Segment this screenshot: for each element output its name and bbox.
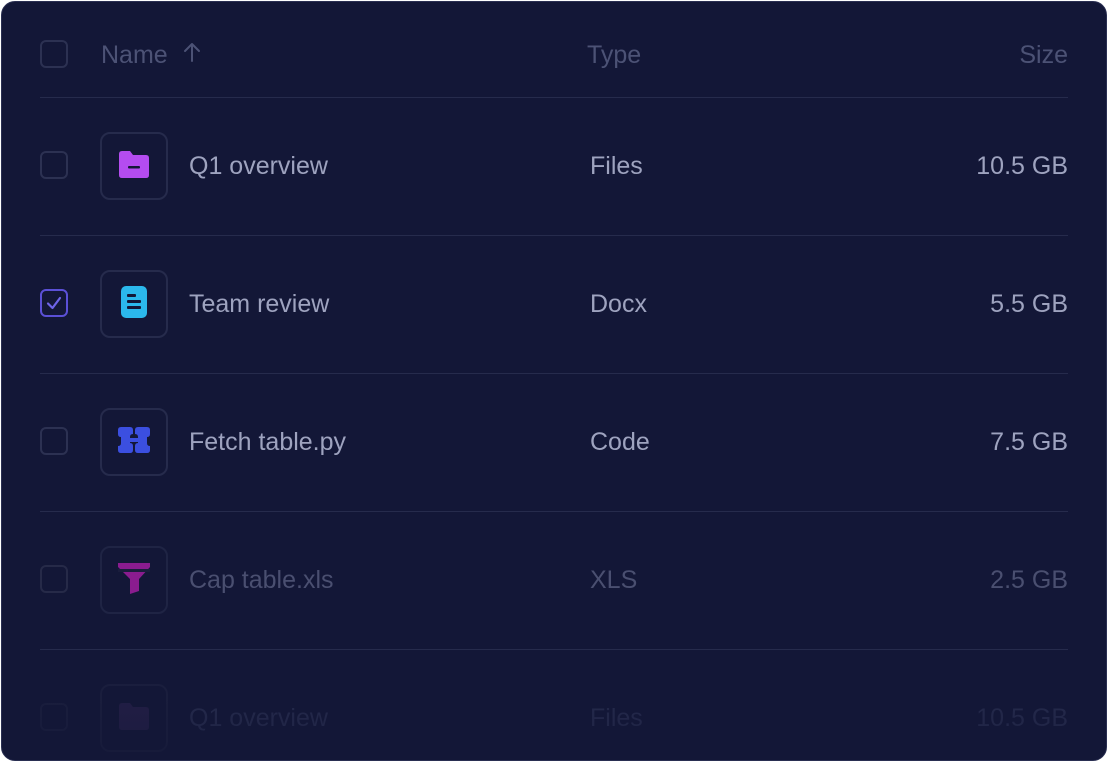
table-row[interactable]: Cap table.xls XLS 2.5 GB bbox=[40, 512, 1068, 650]
sort-ascending-arrow-icon[interactable] bbox=[182, 41, 202, 70]
file-table-card: Name Type Size Q1 overview Files 10.5 GB bbox=[1, 1, 1107, 761]
file-type: Files bbox=[590, 152, 643, 180]
file-name: Q1 overview bbox=[189, 704, 328, 732]
file-icon-tile bbox=[100, 270, 168, 338]
table-row[interactable]: Q1 overview Files 10.5 GB bbox=[40, 650, 1068, 760]
document-icon bbox=[120, 285, 148, 324]
row-checkbox[interactable] bbox=[40, 427, 68, 455]
name-column-label: Name bbox=[101, 41, 168, 69]
file-type: Code bbox=[590, 428, 650, 456]
table-row[interactable]: Fetch table.py Code 7.5 GB bbox=[40, 374, 1068, 512]
file-name: Fetch table.py bbox=[189, 428, 347, 456]
file-name: Q1 overview bbox=[189, 152, 328, 180]
file-type: Files bbox=[590, 704, 643, 732]
file-icon-tile bbox=[100, 132, 168, 200]
select-all-checkbox[interactable] bbox=[40, 40, 68, 68]
file-name: Cap table.xls bbox=[189, 566, 334, 594]
row-checkbox[interactable] bbox=[40, 703, 68, 731]
file-size: 7.5 GB bbox=[990, 428, 1068, 456]
file-icon-tile bbox=[100, 684, 168, 752]
funnel-icon bbox=[117, 561, 151, 600]
row-checkbox[interactable] bbox=[40, 289, 68, 317]
row-checkbox[interactable] bbox=[40, 151, 68, 179]
checkmark-icon bbox=[46, 296, 62, 310]
folder-icon bbox=[117, 701, 151, 736]
row-checkbox[interactable] bbox=[40, 565, 68, 593]
file-size: 10.5 GB bbox=[976, 152, 1068, 180]
file-name: Team review bbox=[189, 290, 330, 318]
folder-icon bbox=[117, 149, 151, 184]
type-column-header[interactable]: Type bbox=[587, 41, 641, 70]
name-column-header[interactable]: Name bbox=[101, 41, 202, 70]
file-size: 2.5 GB bbox=[990, 566, 1068, 594]
code-icon bbox=[117, 426, 151, 459]
file-type: XLS bbox=[590, 566, 638, 594]
table-header: Name Type Size bbox=[40, 2, 1068, 98]
file-size: 5.5 GB bbox=[990, 290, 1068, 318]
file-icon-tile bbox=[100, 408, 168, 476]
table-row[interactable]: Q1 overview Files 10.5 GB bbox=[40, 98, 1068, 236]
file-size: 10.5 GB bbox=[976, 704, 1068, 732]
file-type: Docx bbox=[590, 290, 647, 318]
table-row[interactable]: Team review Docx 5.5 GB bbox=[40, 236, 1068, 374]
file-icon-tile bbox=[100, 546, 168, 614]
size-column-header[interactable]: Size bbox=[1019, 41, 1068, 70]
